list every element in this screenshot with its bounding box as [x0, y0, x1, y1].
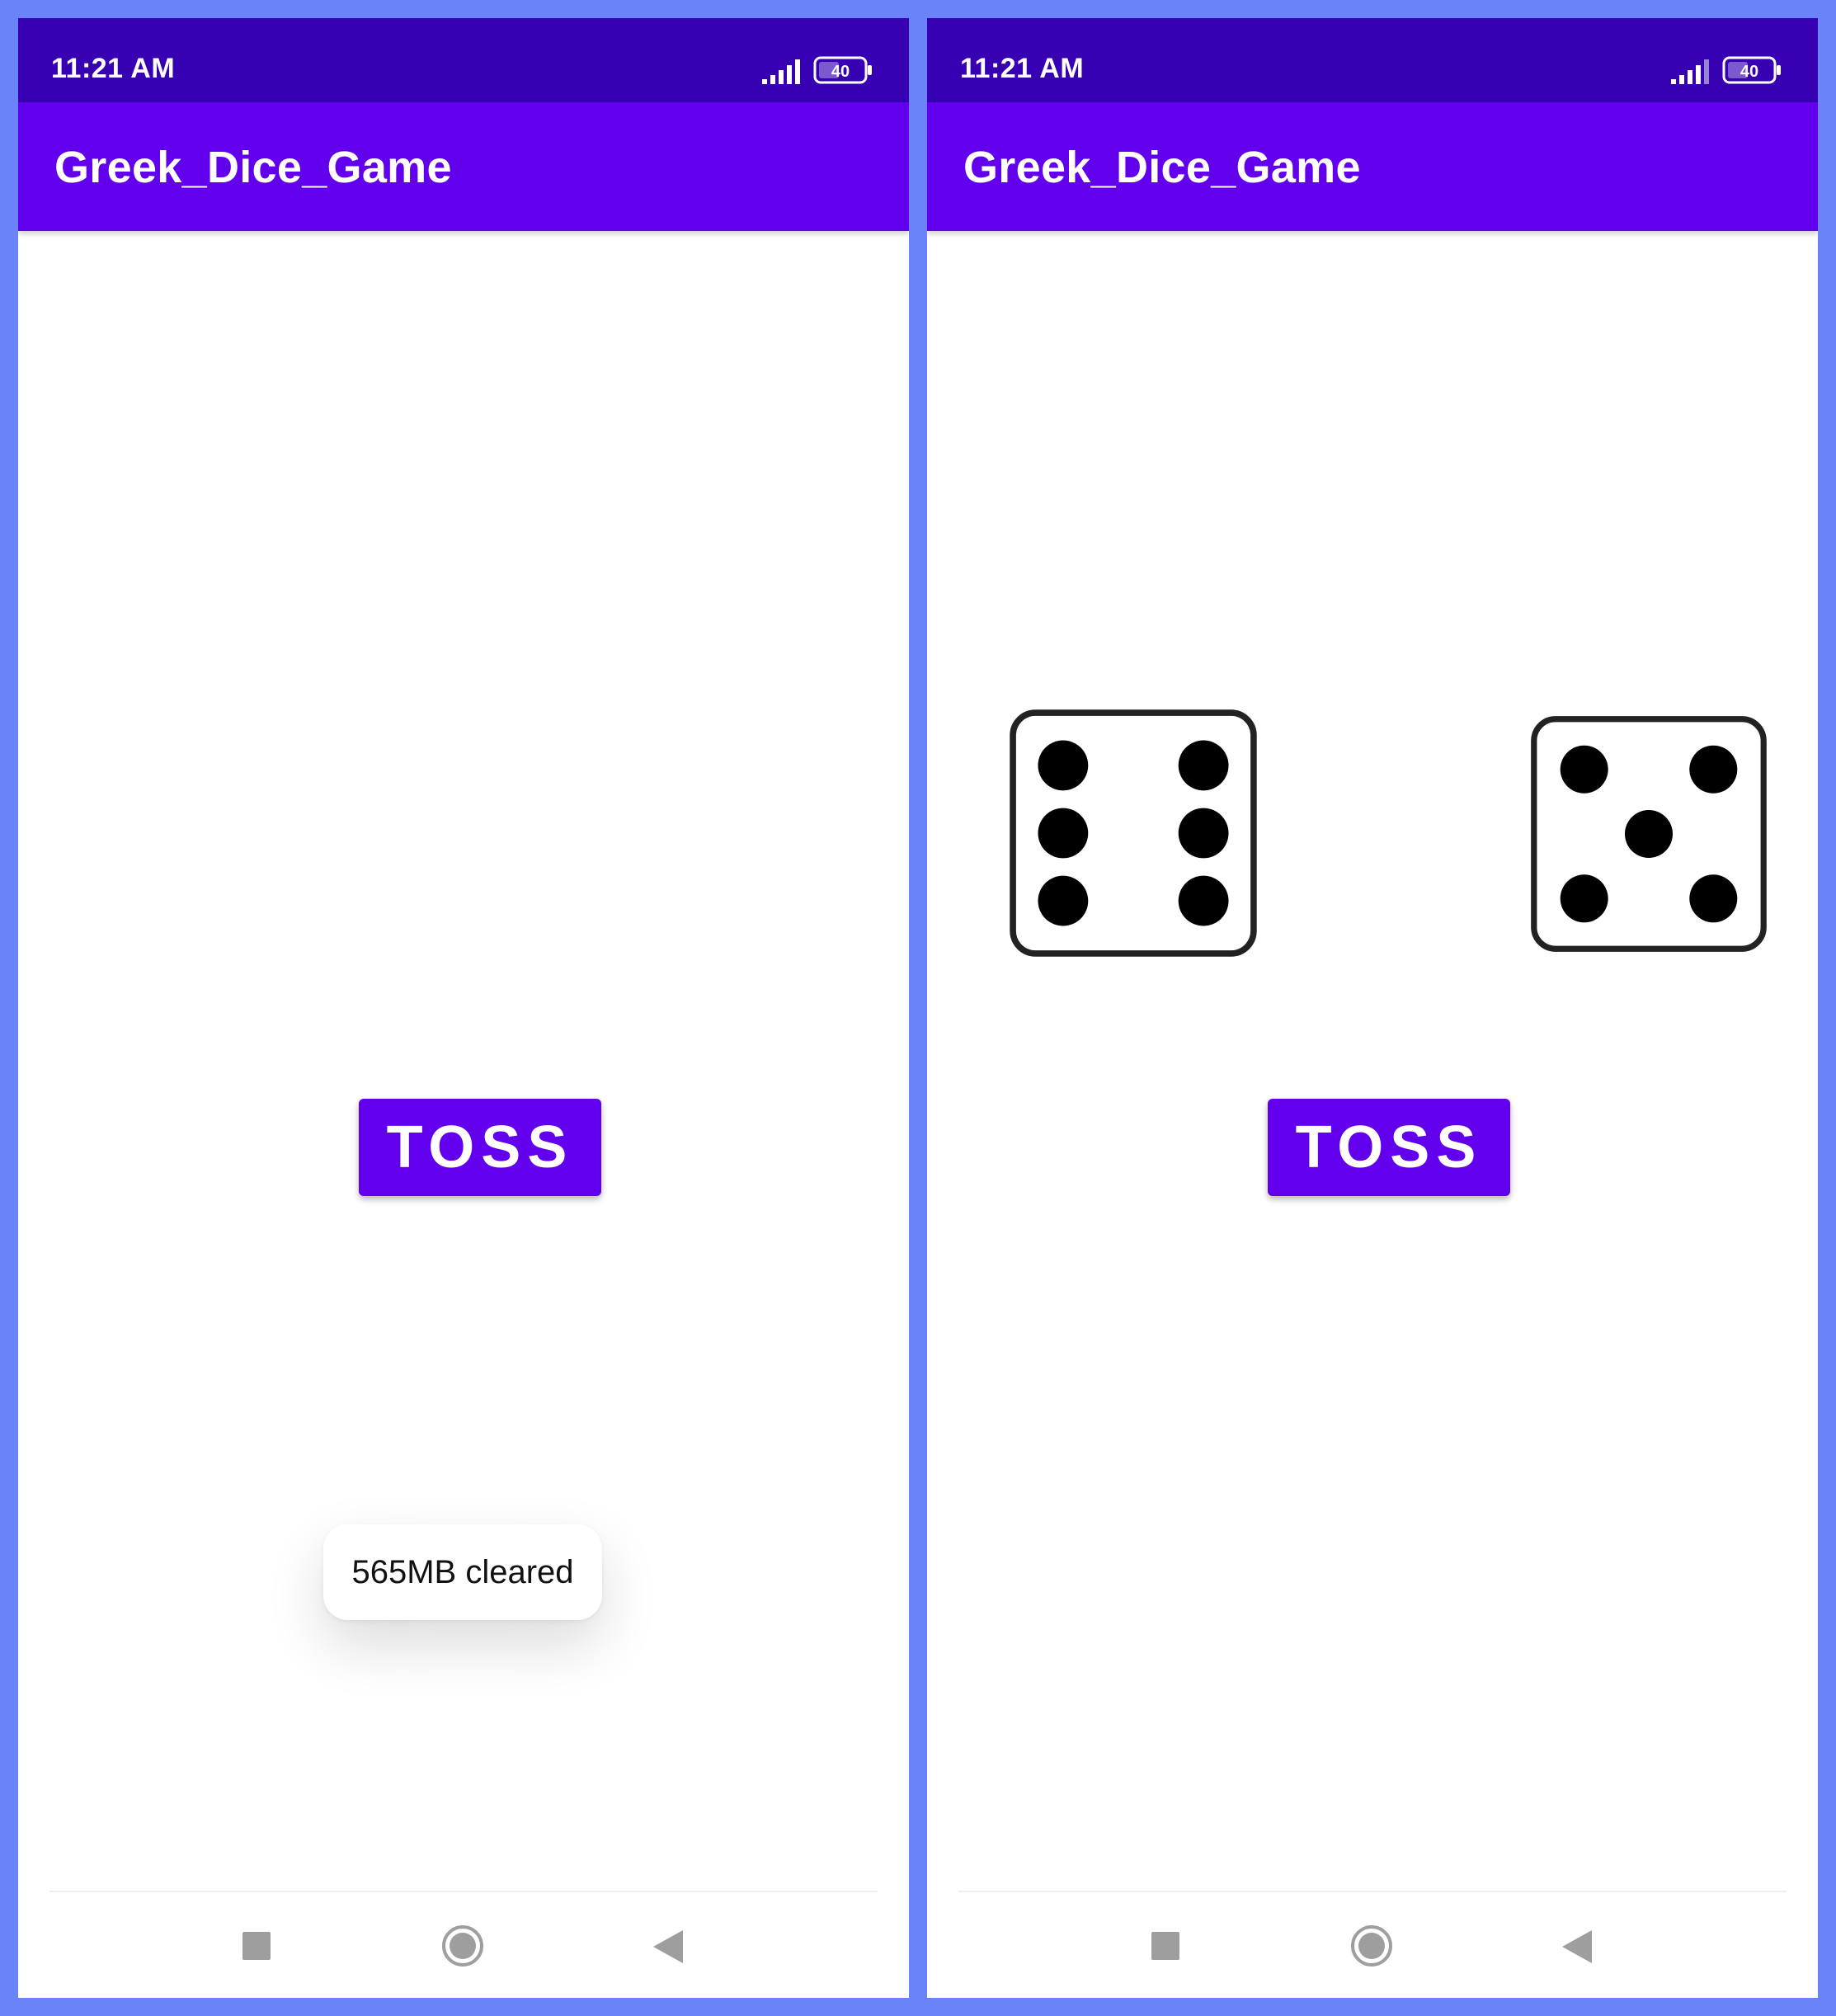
toss-button[interactable]: TOSS — [359, 1099, 601, 1196]
dice-right — [1531, 716, 1767, 952]
dice-left — [1010, 709, 1257, 957]
dice-pip — [1178, 808, 1229, 859]
dice-pip — [1625, 810, 1673, 858]
dice-pip — [1178, 875, 1229, 926]
triangle-back-icon[interactable] — [653, 1930, 685, 1963]
nav-divider — [49, 1891, 878, 1892]
status-bar: 11:21 AM 40 — [18, 18, 909, 102]
status-time: 11:21 AM — [51, 53, 176, 84]
circle-home-icon[interactable] — [440, 1924, 485, 1968]
status-bar: 11:21 AM 40 — [927, 18, 1818, 102]
dice-pip — [1560, 874, 1608, 923]
square-recent-apps-icon[interactable] — [242, 1932, 271, 1960]
circle-home-icon[interactable] — [1349, 1924, 1394, 1968]
app-title: Greek_Dice_Game — [54, 143, 452, 192]
toast-message: 565MB cleared — [323, 1524, 602, 1620]
battery-icon: 40 — [813, 56, 872, 84]
app-title: Greek_Dice_Game — [963, 143, 1361, 192]
dice-pip — [1560, 745, 1608, 794]
app-bar: Greek_Dice_Game — [927, 102, 1818, 231]
dice-pip — [1038, 740, 1089, 791]
app-bar: Greek_Dice_Game — [18, 102, 909, 231]
triangle-back-icon[interactable] — [1562, 1930, 1594, 1963]
square-recent-apps-icon[interactable] — [1151, 1932, 1179, 1960]
status-time: 11:21 AM — [960, 53, 1085, 84]
battery-icon: 40 — [1722, 56, 1781, 84]
dice-pip — [1178, 740, 1229, 791]
dice-pip — [1038, 808, 1089, 859]
dice-pip — [1689, 745, 1738, 794]
signal-bars-icon — [1671, 59, 1709, 84]
dice-pip — [1689, 874, 1738, 923]
phone-screen-right: 11:21 AM 40 Greek_Dice_Game TOSS — [927, 18, 1818, 1998]
signal-bars-icon — [762, 59, 800, 84]
battery-level-text: 40 — [831, 63, 850, 81]
toss-button[interactable]: TOSS — [1268, 1099, 1510, 1196]
dice-pip — [1038, 875, 1089, 926]
phone-screen-left: 11:21 AM 40 Greek_Dice_Game TOSS 565MB c… — [18, 18, 909, 1998]
nav-divider — [958, 1891, 1787, 1892]
battery-level-text: 40 — [1740, 63, 1758, 81]
